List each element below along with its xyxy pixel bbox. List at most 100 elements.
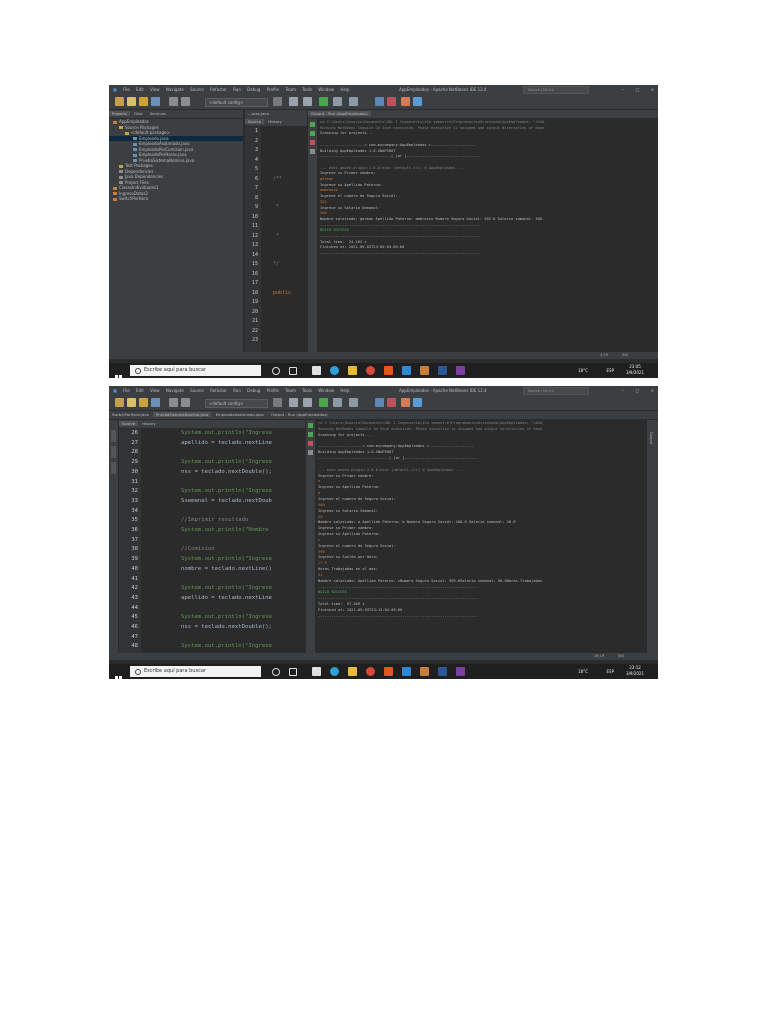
new-file-icon[interactable] bbox=[127, 398, 136, 407]
weather-temp[interactable]: 18°C bbox=[578, 669, 588, 674]
help-icon[interactable] bbox=[413, 398, 422, 407]
menu-file[interactable]: File bbox=[123, 87, 130, 92]
maximize-icon[interactable]: □ bbox=[636, 388, 640, 393]
weather-temp[interactable]: 18°C bbox=[578, 368, 588, 373]
mail-icon[interactable] bbox=[402, 366, 411, 375]
lang-indicator[interactable]: ESP bbox=[607, 368, 614, 373]
settings-icon[interactable] bbox=[273, 97, 282, 106]
file-explorer-icon[interactable] bbox=[348, 667, 357, 676]
menu-profile[interactable]: Profile bbox=[267, 87, 279, 92]
netbeans-icon[interactable] bbox=[420, 667, 429, 676]
run-icon[interactable] bbox=[319, 398, 328, 407]
tab-history[interactable]: History bbox=[265, 119, 285, 124]
menu-edit[interactable]: Edit bbox=[136, 388, 144, 393]
minimize-icon[interactable]: – bbox=[622, 87, 624, 92]
menu-help[interactable]: Help bbox=[340, 87, 349, 92]
config-select[interactable]: <default config> bbox=[205, 399, 268, 408]
windows-start-icon[interactable] bbox=[115, 668, 122, 679]
edge-icon[interactable] bbox=[330, 667, 339, 676]
menu-debug[interactable]: Debug bbox=[247, 87, 260, 92]
taskbar-search-input[interactable]: Escribe aquí para buscar bbox=[130, 365, 261, 376]
tab-source[interactable]: Source bbox=[119, 421, 139, 426]
menu-window[interactable]: Window bbox=[318, 87, 334, 92]
save-all-icon[interactable] bbox=[151, 398, 160, 407]
gc-icon[interactable] bbox=[387, 97, 396, 106]
code-area[interactable]: System.out.println("Ingrese apellido = te… bbox=[181, 429, 305, 653]
tab-files[interactable]: Files bbox=[131, 111, 145, 116]
rerun-icon[interactable] bbox=[310, 122, 315, 127]
menu-view[interactable]: View bbox=[150, 388, 160, 393]
services-side-icon[interactable] bbox=[111, 462, 116, 474]
settings-icon[interactable] bbox=[310, 149, 315, 154]
menu-refactor[interactable]: Refactor bbox=[210, 87, 227, 92]
build-icon[interactable] bbox=[303, 97, 312, 106]
file-explorer-icon[interactable] bbox=[348, 366, 357, 375]
netbeans-icon[interactable] bbox=[420, 366, 429, 375]
windows-start-icon[interactable] bbox=[115, 367, 122, 378]
code-area[interactable]: /** * * */ public bbox=[273, 127, 307, 352]
clean-build-icon[interactable] bbox=[289, 97, 298, 106]
tree-node[interactable]: SwitchPorHora bbox=[109, 196, 243, 202]
menu-tools[interactable]: Tools bbox=[302, 87, 312, 92]
undo-icon[interactable] bbox=[169, 398, 178, 407]
memory-icon[interactable] bbox=[375, 97, 384, 106]
taskbar-search-input[interactable]: Escribe aquí para buscar bbox=[130, 666, 261, 677]
app-icon[interactable] bbox=[456, 667, 465, 676]
menu-refactor[interactable]: Refactor bbox=[210, 388, 227, 393]
debug-icon[interactable] bbox=[333, 97, 342, 106]
minimize-icon[interactable]: – bbox=[622, 388, 624, 393]
new-project-icon[interactable] bbox=[115, 97, 124, 106]
menu-source[interactable]: Source bbox=[190, 87, 204, 92]
clock[interactable]: 23:05 3/9/2021 bbox=[626, 364, 644, 376]
maximize-icon[interactable]: □ bbox=[636, 87, 640, 92]
stop-icon[interactable] bbox=[310, 140, 315, 145]
task-view-icon[interactable] bbox=[289, 367, 297, 375]
store-icon[interactable] bbox=[312, 366, 321, 375]
menu-window[interactable]: Window bbox=[318, 388, 334, 393]
plugin-icon[interactable] bbox=[401, 97, 410, 106]
menu-view[interactable]: View bbox=[150, 87, 160, 92]
menu-run[interactable]: Run bbox=[233, 388, 241, 393]
run-icon[interactable] bbox=[319, 97, 328, 106]
memory-icon[interactable] bbox=[375, 398, 384, 407]
tab-services[interactable]: Services bbox=[147, 111, 169, 116]
open-project-icon[interactable] bbox=[139, 97, 148, 106]
gc-icon[interactable] bbox=[387, 398, 396, 407]
new-file-icon[interactable] bbox=[127, 97, 136, 106]
tab-projects[interactable]: Projects bbox=[109, 111, 130, 116]
menu-source[interactable]: Source bbox=[190, 388, 204, 393]
menu-file[interactable]: File bbox=[123, 388, 130, 393]
rerun-options-icon[interactable] bbox=[310, 131, 315, 136]
menu-navigate[interactable]: Navigate bbox=[166, 87, 184, 92]
lang-indicator[interactable]: ESP bbox=[607, 669, 614, 674]
office-icon[interactable] bbox=[384, 366, 393, 375]
config-select[interactable]: <default config> bbox=[205, 98, 268, 107]
settings-icon[interactable] bbox=[308, 450, 313, 455]
tab-history[interactable]: History bbox=[139, 421, 159, 426]
undo-icon[interactable] bbox=[169, 97, 178, 106]
ide-search-input[interactable]: Search (Ctrl+I) bbox=[523, 387, 589, 395]
open-project-icon[interactable] bbox=[139, 398, 148, 407]
rerun-options-icon[interactable] bbox=[308, 432, 313, 437]
build-icon[interactable] bbox=[303, 398, 312, 407]
profile-icon[interactable] bbox=[349, 97, 358, 106]
editor-file-tab[interactable]: ...oras.java bbox=[245, 111, 272, 116]
clean-build-icon[interactable] bbox=[289, 398, 298, 407]
menu-team[interactable]: Team bbox=[285, 388, 296, 393]
help-icon[interactable] bbox=[413, 97, 422, 106]
code-editor[interactable]: 1 2 3 4 5 6 7 8 9 10 11 12 13 14 15 16 17 18 19 20 21 22 23 /*… bbox=[245, 127, 307, 352]
menu-debug[interactable]: Debug bbox=[247, 388, 260, 393]
redo-icon[interactable] bbox=[181, 97, 190, 106]
office-icon[interactable] bbox=[384, 667, 393, 676]
chrome-icon[interactable] bbox=[366, 366, 375, 375]
word-icon[interactable] bbox=[438, 366, 447, 375]
clock[interactable]: 23:12 3/9/2021 bbox=[626, 665, 644, 677]
tab-switchporhora[interactable]: SwitchPorHora.java bbox=[109, 412, 152, 417]
word-icon[interactable] bbox=[438, 667, 447, 676]
stop-icon[interactable] bbox=[308, 441, 313, 446]
rerun-icon[interactable] bbox=[308, 423, 313, 428]
menu-run[interactable]: Run bbox=[233, 87, 241, 92]
app-icon[interactable] bbox=[456, 366, 465, 375]
edge-icon[interactable] bbox=[330, 366, 339, 375]
tab-source[interactable]: Source bbox=[245, 119, 265, 124]
